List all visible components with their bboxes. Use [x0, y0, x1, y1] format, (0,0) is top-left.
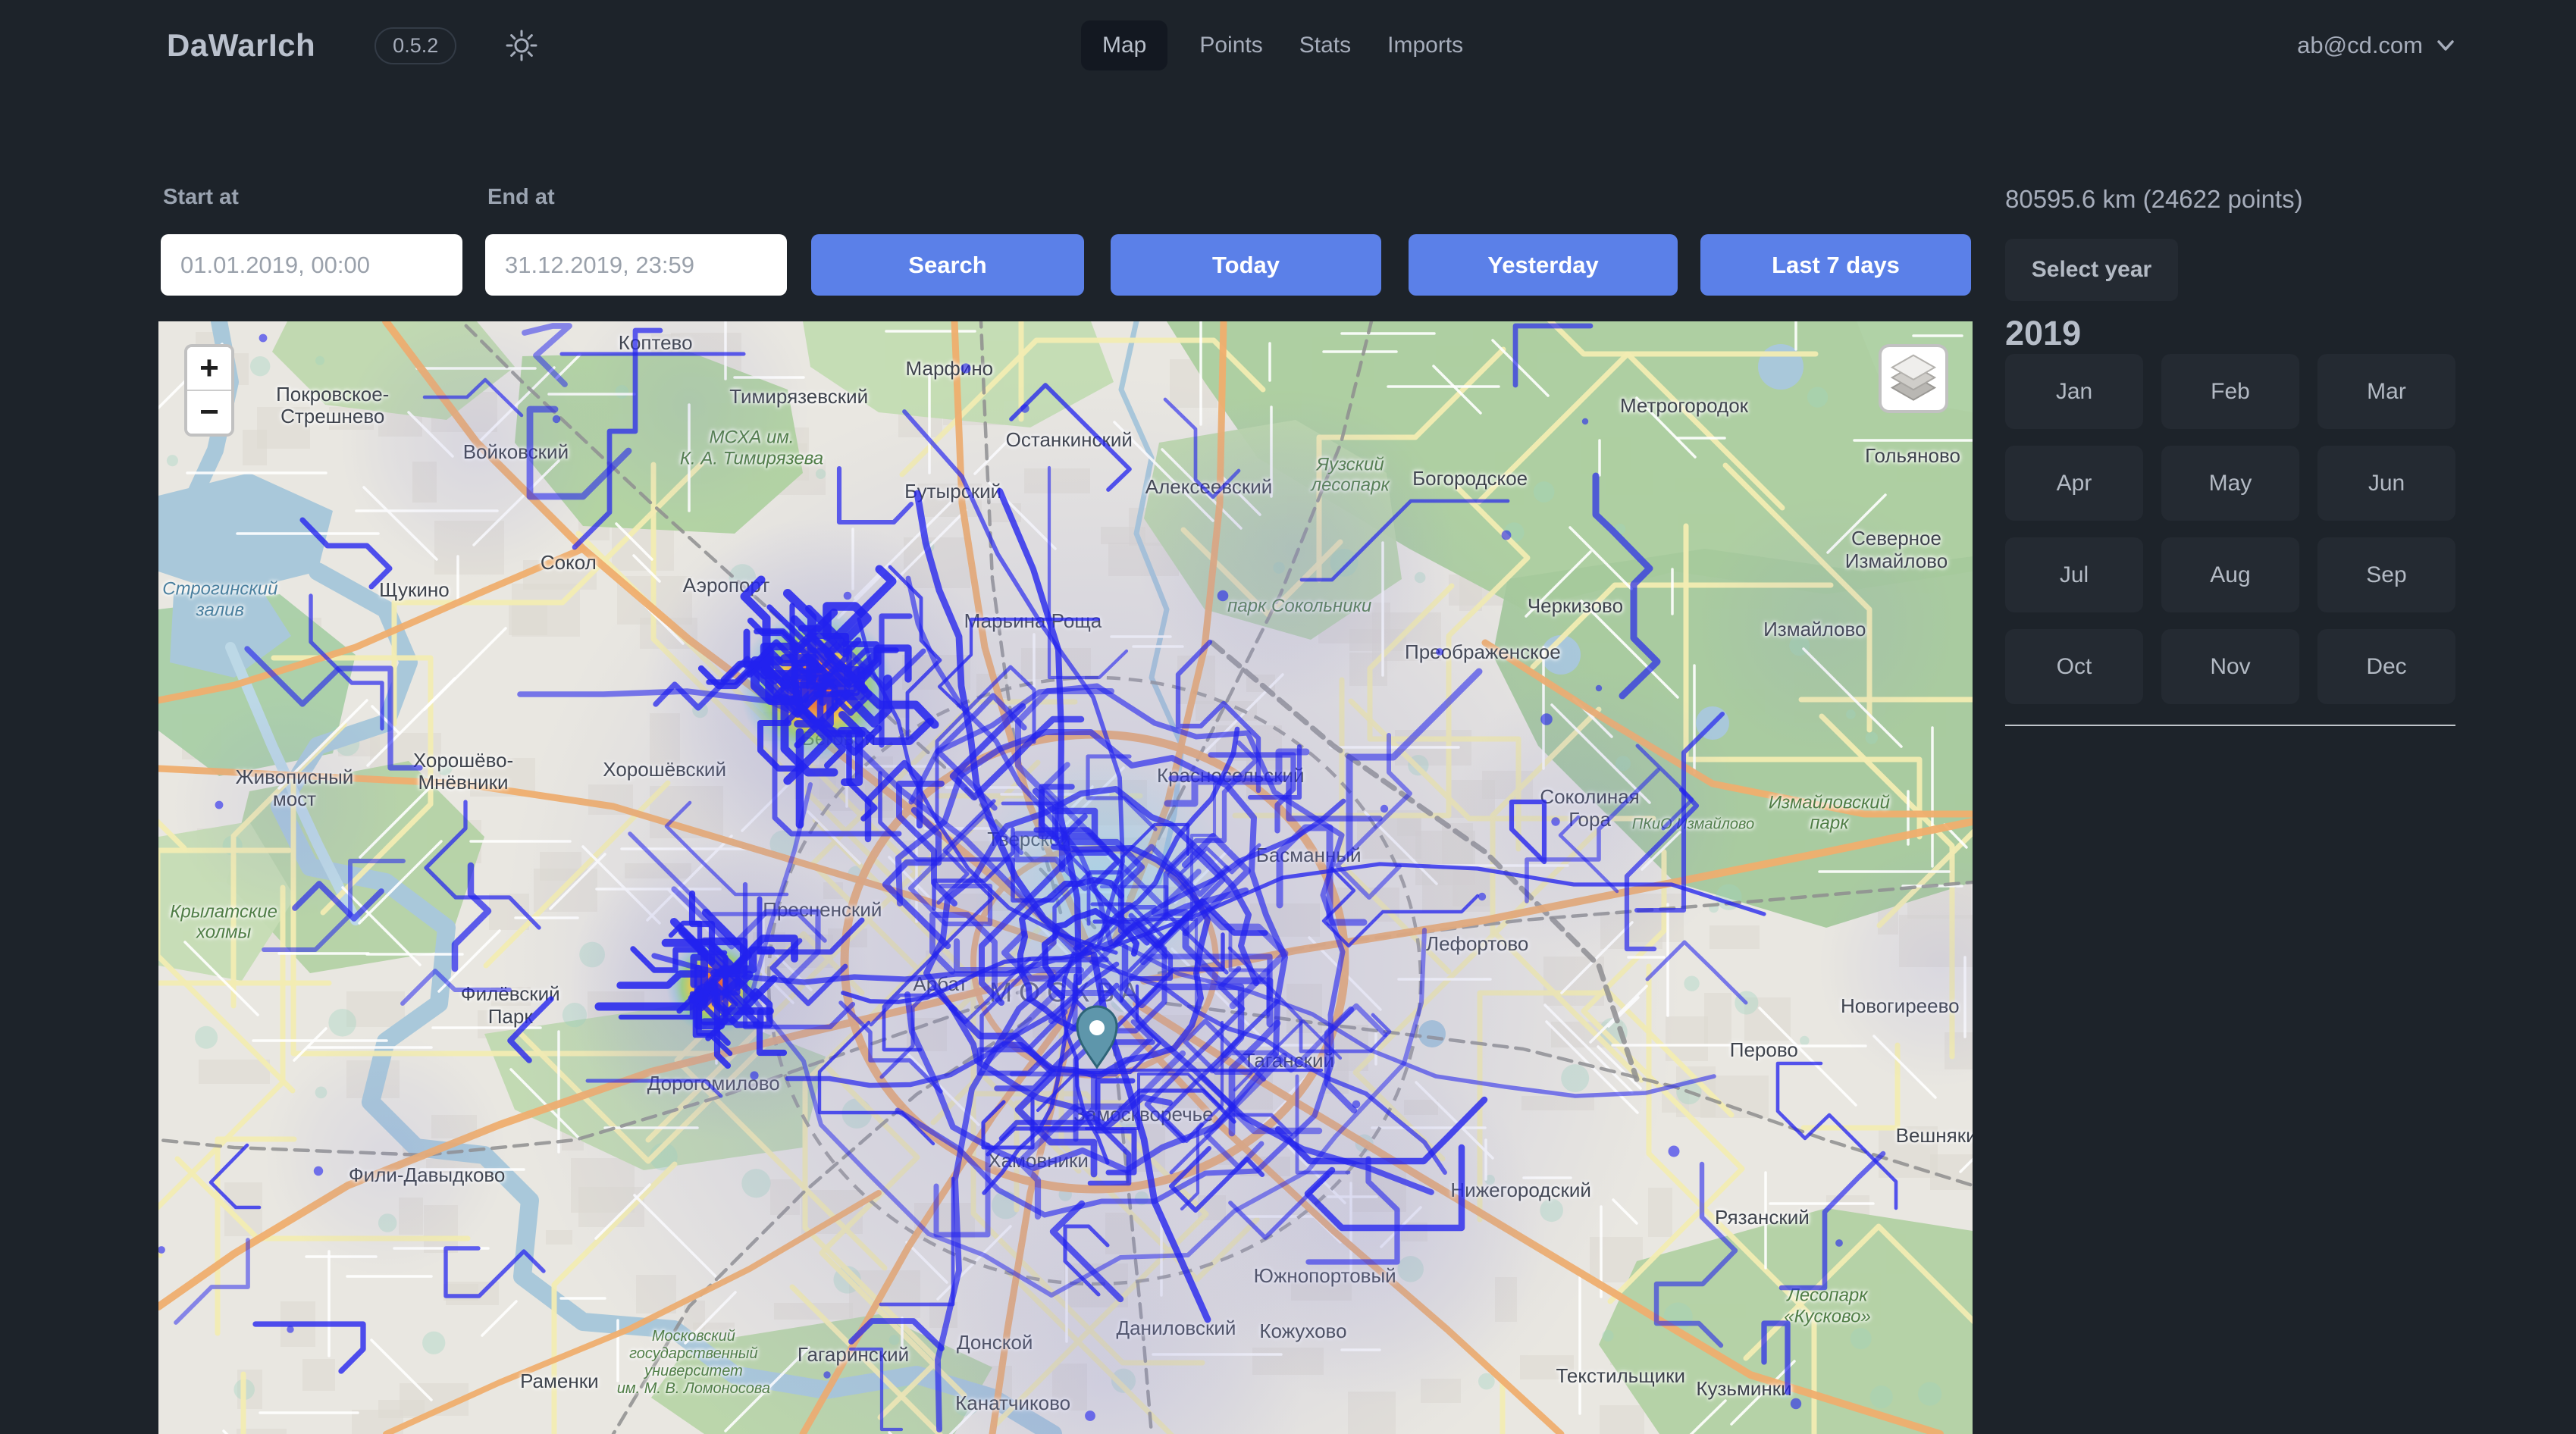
- end-at-label: End at: [487, 185, 555, 210]
- end-at-input[interactable]: [485, 234, 787, 296]
- sidebar-divider: [2005, 725, 2455, 726]
- month-button-mar[interactable]: Mar: [2317, 354, 2455, 429]
- layers-control-button[interactable]: [1879, 344, 1948, 413]
- month-button-sep[interactable]: Sep: [2317, 537, 2455, 612]
- search-button[interactable]: Search: [811, 234, 1084, 296]
- start-at-label: Start at: [163, 185, 239, 210]
- nav-tabs: Map Points Stats Imports: [1081, 20, 1468, 70]
- zoom-in-button[interactable]: +: [187, 347, 231, 391]
- tab-map[interactable]: Map: [1081, 20, 1167, 70]
- last-7-days-button[interactable]: Last 7 days: [1700, 234, 1971, 296]
- month-button-apr[interactable]: Apr: [2005, 446, 2143, 521]
- map-canvas[interactable]: МОСКВАПокровское- СтрешневоКоптевоМарфин…: [158, 321, 1973, 1434]
- version-badge: 0.5.2: [374, 27, 456, 64]
- month-button-nov[interactable]: Nov: [2161, 629, 2299, 704]
- select-year-button[interactable]: Select year: [2005, 239, 2178, 301]
- tab-points[interactable]: Points: [1195, 20, 1267, 70]
- map-tracks-heat-layer: [158, 321, 1973, 1434]
- sun-icon: [505, 29, 538, 62]
- month-button-feb[interactable]: Feb: [2161, 354, 2299, 429]
- tab-stats[interactable]: Stats: [1295, 20, 1355, 70]
- year-heading: 2019: [2005, 314, 2081, 353]
- account-menu[interactable]: ab@cd.com: [2297, 0, 2456, 91]
- zoom-out-button[interactable]: −: [187, 391, 231, 434]
- month-button-dec[interactable]: Dec: [2317, 629, 2455, 704]
- tab-imports[interactable]: Imports: [1383, 20, 1468, 70]
- month-button-aug[interactable]: Aug: [2161, 537, 2299, 612]
- app-logo[interactable]: DaWarIch: [167, 27, 315, 64]
- account-email: ab@cd.com: [2297, 32, 2423, 59]
- navbar: DaWarIch 0.5.2 Map Points Stats Imports …: [0, 0, 2576, 91]
- month-button-may[interactable]: May: [2161, 446, 2299, 521]
- month-button-jun[interactable]: Jun: [2317, 446, 2455, 521]
- theme-toggle-button[interactable]: [503, 27, 540, 64]
- map-zoom-control: + −: [184, 344, 234, 437]
- month-button-jul[interactable]: Jul: [2005, 537, 2143, 612]
- month-button-jan[interactable]: Jan: [2005, 354, 2143, 429]
- distance-points-stats: 80595.6 km (24622 points): [2005, 185, 2303, 214]
- month-button-oct[interactable]: Oct: [2005, 629, 2143, 704]
- yesterday-button[interactable]: Yesterday: [1409, 234, 1678, 296]
- start-at-input[interactable]: [161, 234, 462, 296]
- today-button[interactable]: Today: [1111, 234, 1381, 296]
- month-grid: Jan Feb Mar Apr May Jun Jul Aug Sep Oct …: [2005, 354, 2455, 704]
- chevron-down-icon: [2435, 35, 2456, 56]
- layers-icon: [1882, 347, 1945, 410]
